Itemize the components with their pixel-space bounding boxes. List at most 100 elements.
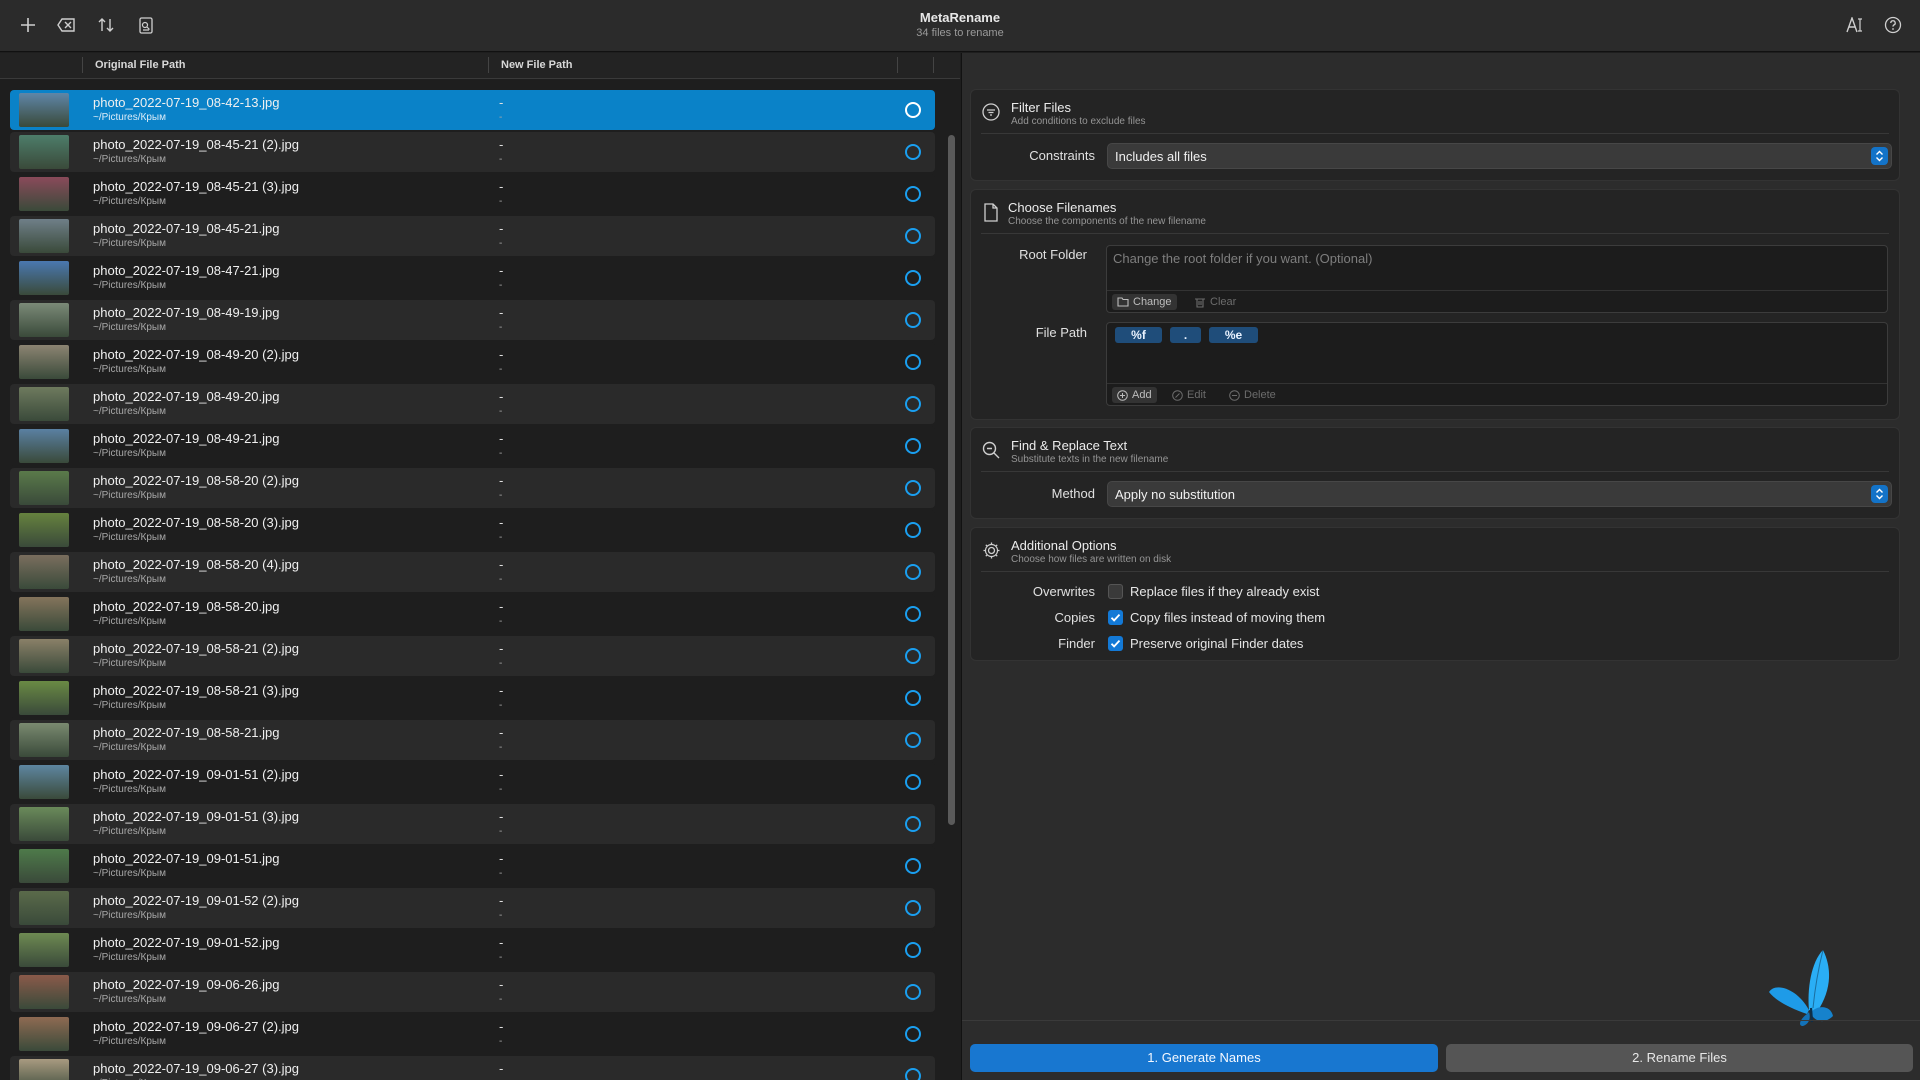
new-file-folder: - <box>499 868 503 879</box>
table-row[interactable]: photo_2022-07-19_09-01-51 (3).jpg ~/Pictu… <box>10 804 935 844</box>
table-row[interactable]: photo_2022-07-19_08-42-13.jpg ~/Pictures/… <box>10 90 935 130</box>
file-thumbnail <box>19 849 69 883</box>
section-subtitle: Add conditions to exclude files <box>1011 116 1146 127</box>
root-folder-placeholder[interactable]: Change the root folder if you want. (Opt… <box>1113 251 1372 266</box>
constraints-select[interactable]: Includes all files <box>1107 143 1892 169</box>
copies-label: Copies <box>1054 610 1095 625</box>
status-circle-icon <box>905 1068 921 1080</box>
original-file-name: photo_2022-07-19_08-42-13.jpg <box>93 95 280 110</box>
new-file-name: - <box>499 641 504 656</box>
original-file-name: photo_2022-07-19_08-58-21 (3).jpg <box>93 683 299 698</box>
original-file-folder: ~/Pictures/Крым <box>93 868 166 879</box>
app-title: MetaRename <box>919 10 1001 25</box>
edit-button[interactable]: Edit <box>1167 387 1211 403</box>
choose-filenames-section: Choose Filenames Choose the components o… <box>970 189 1900 420</box>
table-row[interactable]: photo_2022-07-19_08-58-21.jpg ~/Pictures/… <box>10 720 935 760</box>
file-thumbnail <box>19 345 69 379</box>
rename-files-button[interactable]: 2. Rename Files <box>1446 1044 1913 1072</box>
table-row[interactable]: photo_2022-07-19_09-06-26.jpg ~/Pictures/… <box>10 972 935 1012</box>
table-row[interactable]: photo_2022-07-19_08-49-19.jpg ~/Pictures/… <box>10 300 935 340</box>
table-row[interactable]: photo_2022-07-19_08-58-20 (2).jpg ~/Pictu… <box>10 468 935 508</box>
original-file-folder: ~/Pictures/Крым <box>93 364 166 375</box>
change-button[interactable]: Change <box>1112 294 1177 310</box>
clear-button[interactable]: Clear <box>1189 294 1241 310</box>
table-row[interactable]: photo_2022-07-19_09-01-51 (2).jpg ~/Pictu… <box>10 762 935 802</box>
method-select[interactable]: Apply no substitution <box>1107 481 1892 507</box>
scrollbar-thumb[interactable] <box>948 135 955 825</box>
table-row[interactable]: photo_2022-07-19_09-01-52.jpg ~/Pictures/… <box>10 930 935 970</box>
table-row[interactable]: photo_2022-07-19_08-47-21.jpg ~/Pictures/… <box>10 258 935 298</box>
table-row[interactable]: photo_2022-07-19_08-49-20.jpg ~/Pictures/… <box>10 384 935 424</box>
settings-pane: Filter Files Add conditions to exclude f… <box>961 53 1920 1080</box>
status-circle-icon <box>905 102 921 118</box>
section-title: Filter Files <box>1011 100 1071 115</box>
new-file-name: - <box>499 347 504 362</box>
file-thumbnail <box>19 891 69 925</box>
text-format-icon[interactable] <box>1841 12 1869 38</box>
column-separator <box>897 57 898 73</box>
overwrites-text[interactable]: Replace files if they already exist <box>1130 584 1319 599</box>
new-file-folder: - <box>499 238 503 249</box>
generate-names-button[interactable]: 1. Generate Names <box>970 1044 1438 1072</box>
table-row[interactable]: photo_2022-07-19_08-58-21 (2).jpg ~/Pictu… <box>10 636 935 676</box>
help-icon[interactable] <box>1879 12 1907 38</box>
finder-checkbox[interactable] <box>1108 636 1123 651</box>
status-circle-icon <box>905 942 921 958</box>
table-row[interactable]: photo_2022-07-19_09-01-52 (2).jpg ~/Pictu… <box>10 888 935 928</box>
delete-button[interactable]: Delete <box>1224 387 1281 403</box>
token-extension[interactable]: %e <box>1209 327 1258 343</box>
table-row[interactable]: photo_2022-07-19_09-06-27 (2).jpg ~/Pictu… <box>10 1014 935 1054</box>
section-header: Find & Replace Text Substitute texts in … <box>981 428 1889 472</box>
file-thumbnail <box>19 765 69 799</box>
file-thumbnail <box>19 219 69 253</box>
add-button[interactable]: Add <box>1112 387 1157 403</box>
table-row[interactable]: photo_2022-07-19_08-45-21.jpg ~/Pictures/… <box>10 216 935 256</box>
original-file-name: photo_2022-07-19_08-45-21 (2).jpg <box>93 137 299 152</box>
table-row[interactable]: photo_2022-07-19_08-49-21.jpg ~/Pictures/… <box>10 426 935 466</box>
edit-circle-icon <box>1172 389 1183 401</box>
new-file-folder: - <box>499 616 503 627</box>
root-folder-label: Root Folder <box>1019 247 1087 262</box>
new-file-name: - <box>499 263 504 278</box>
table-row[interactable]: photo_2022-07-19_08-49-20 (2).jpg ~/Pictu… <box>10 342 935 382</box>
table-row[interactable]: photo_2022-07-19_08-45-21 (2).jpg ~/Pictu… <box>10 132 935 172</box>
table-row[interactable]: photo_2022-07-19_09-06-27 (3).jpg~/Pictu… <box>10 1056 935 1080</box>
section-header: Choose Filenames Choose the components o… <box>981 190 1889 234</box>
checkmark-icon <box>1110 613 1121 622</box>
column-new-file-path[interactable]: New File Path <box>501 59 573 71</box>
copies-text[interactable]: Copy files instead of moving them <box>1130 610 1325 625</box>
checkmark-icon <box>1110 639 1121 648</box>
finder-text[interactable]: Preserve original Finder dates <box>1130 636 1303 651</box>
original-file-folder: ~/Pictures/Крым <box>93 952 166 963</box>
add-label: Add <box>1132 389 1152 401</box>
new-file-name: - <box>499 473 504 488</box>
new-file-folder: - <box>499 994 503 1005</box>
new-file-folder: - <box>499 826 503 837</box>
table-row[interactable]: photo_2022-07-19_09-01-51.jpg ~/Pictures/… <box>10 846 935 886</box>
new-file-name: - <box>499 95 504 110</box>
column-original-file-path[interactable]: Original File Path <box>95 59 185 71</box>
table-row[interactable]: photo_2022-07-19_08-58-20 (4).jpg ~/Pictu… <box>10 552 935 592</box>
status-circle-icon <box>905 606 921 622</box>
new-file-name: - <box>499 851 504 866</box>
file-list[interactable]: photo_2022-07-19_08-42-13.jpg ~/Pictures/… <box>10 90 935 1080</box>
finder-label: Finder <box>1058 636 1095 651</box>
copies-checkbox[interactable] <box>1108 610 1123 625</box>
token-dot[interactable]: . <box>1170 327 1201 343</box>
table-row[interactable]: photo_2022-07-19_08-58-20 (3).jpg ~/Pictu… <box>10 510 935 550</box>
file-thumbnail <box>19 303 69 337</box>
file-thumbnail <box>19 639 69 673</box>
table-row[interactable]: photo_2022-07-19_08-45-21 (3).jpg ~/Pictu… <box>10 174 935 214</box>
overwrites-checkbox[interactable] <box>1108 584 1123 599</box>
table-row[interactable]: photo_2022-07-19_08-58-21 (3).jpg ~/Pictu… <box>10 678 935 718</box>
table-row[interactable]: photo_2022-07-19_08-58-20.jpg ~/Pictures/… <box>10 594 935 634</box>
minus-circle-icon <box>1229 389 1240 401</box>
new-file-folder: - <box>499 406 503 417</box>
file-thumbnail <box>19 135 69 169</box>
file-thumbnail <box>19 1059 69 1080</box>
new-file-name: - <box>499 935 504 950</box>
constraints-label: Constraints <box>1029 148 1095 163</box>
clear-label: Clear <box>1210 296 1237 308</box>
token-filename[interactable]: %f <box>1115 327 1162 343</box>
original-file-name: photo_2022-07-19_08-45-21.jpg <box>93 221 280 236</box>
